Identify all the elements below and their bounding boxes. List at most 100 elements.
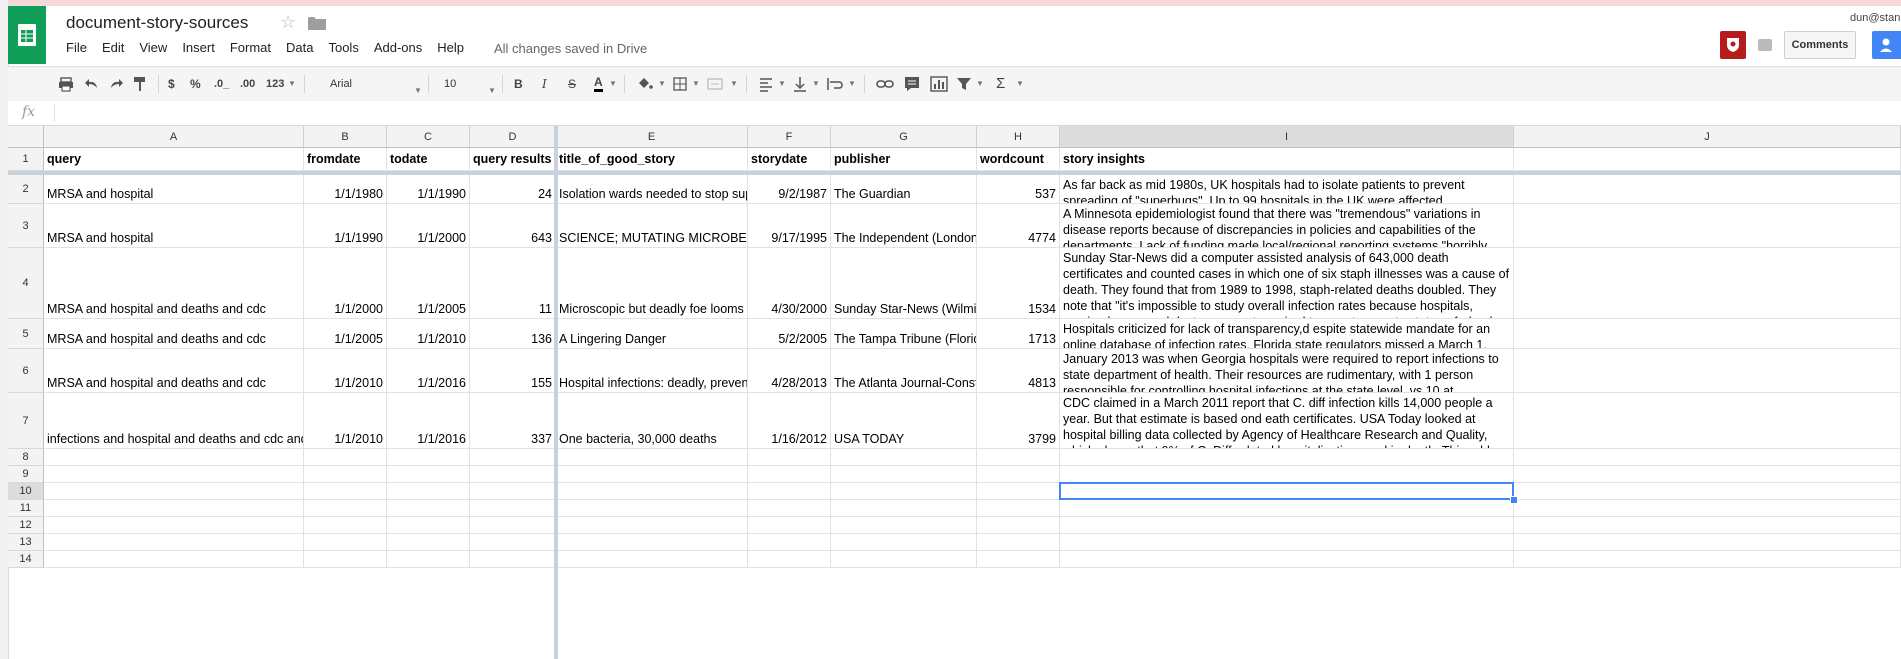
table-cell[interactable] xyxy=(748,534,831,551)
table-cell[interactable] xyxy=(1514,449,1901,466)
table-cell[interactable]: 1/1/2010 xyxy=(387,319,470,349)
table-cell[interactable] xyxy=(1060,517,1514,534)
row-header-1[interactable]: 1 xyxy=(8,148,44,171)
strikethrough-button[interactable]: S xyxy=(568,75,576,93)
folder-icon[interactable] xyxy=(308,16,326,30)
row-header-14[interactable]: 14 xyxy=(8,551,44,568)
table-cell[interactable] xyxy=(304,449,387,466)
menu-view[interactable]: View xyxy=(131,40,174,55)
text-wrap-icon[interactable] xyxy=(826,75,844,93)
table-cell[interactable] xyxy=(387,449,470,466)
table-cell[interactable]: 1/1/2016 xyxy=(387,393,470,449)
frozen-row-divider[interactable] xyxy=(8,171,1901,175)
table-cell[interactable] xyxy=(556,449,748,466)
functions-button[interactable]: Σ xyxy=(996,75,1005,93)
table-cell[interactable] xyxy=(1514,175,1901,204)
table-cell[interactable] xyxy=(44,517,304,534)
table-cell[interactable]: MRSA and hospital xyxy=(44,204,304,248)
select-all-corner[interactable] xyxy=(8,126,44,148)
font-size-select[interactable]: 10 ▼ xyxy=(444,73,496,95)
vertical-align-icon[interactable] xyxy=(792,75,808,93)
font-family-select[interactable]: Arial ▼ xyxy=(330,73,422,95)
table-cell[interactable]: The Atlanta Journal-Constitution xyxy=(831,349,977,393)
table-cell[interactable] xyxy=(1514,204,1901,248)
table-cell[interactable]: 1/1/1990 xyxy=(387,175,470,204)
header-cell[interactable]: fromdate xyxy=(304,148,387,171)
table-cell[interactable]: 24 xyxy=(470,175,556,204)
insert-chart-icon[interactable] xyxy=(930,75,948,93)
table-cell[interactable] xyxy=(387,517,470,534)
column-header-h[interactable]: H xyxy=(977,126,1060,148)
table-cell[interactable] xyxy=(304,551,387,568)
menu-tools[interactable]: Tools xyxy=(320,40,365,55)
column-header-i[interactable]: I xyxy=(1060,126,1514,148)
row-header-7[interactable]: 7 xyxy=(8,393,44,449)
filter-icon[interactable] xyxy=(956,75,972,93)
menu-help[interactable]: Help xyxy=(429,40,471,55)
table-cell[interactable] xyxy=(44,466,304,483)
table-cell[interactable]: CDC claimed in a March 2011 report that … xyxy=(1060,393,1514,449)
table-cell[interactable] xyxy=(556,500,748,517)
sheets-logo-icon[interactable] xyxy=(8,6,46,64)
header-cell[interactable]: wordcount xyxy=(977,148,1060,171)
table-cell[interactable] xyxy=(304,500,387,517)
currency-format-button[interactable]: $ xyxy=(168,75,175,93)
table-cell[interactable]: USA TODAY xyxy=(831,393,977,449)
table-cell[interactable]: Hospital infections: deadly, preventable xyxy=(556,349,748,393)
table-cell[interactable]: 643 xyxy=(470,204,556,248)
table-cell[interactable]: Isolation wards needed to stop superbugs xyxy=(556,175,748,204)
table-cell[interactable] xyxy=(1060,466,1514,483)
table-cell[interactable]: 1/1/1990 xyxy=(304,204,387,248)
table-cell[interactable] xyxy=(977,449,1060,466)
redo-icon[interactable] xyxy=(108,75,124,93)
table-cell[interactable] xyxy=(831,534,977,551)
document-title[interactable]: document-story-sources xyxy=(66,13,248,33)
table-cell[interactable] xyxy=(44,483,304,500)
table-cell[interactable] xyxy=(387,534,470,551)
table-cell[interactable] xyxy=(977,517,1060,534)
table-cell[interactable] xyxy=(1514,349,1901,393)
table-cell[interactable] xyxy=(748,500,831,517)
table-cell[interactable] xyxy=(470,466,556,483)
bold-button[interactable]: B xyxy=(514,75,523,93)
comments-button[interactable]: Comments xyxy=(1784,31,1856,59)
table-cell[interactable]: One bacteria, 30,000 deaths xyxy=(556,393,748,449)
table-cell[interactable] xyxy=(977,551,1060,568)
table-cell[interactable] xyxy=(470,551,556,568)
table-cell[interactable]: 1/1/2000 xyxy=(304,248,387,319)
table-cell[interactable] xyxy=(831,551,977,568)
addon-shield-icon[interactable] xyxy=(1720,31,1746,59)
table-cell[interactable] xyxy=(44,500,304,517)
fill-handle[interactable] xyxy=(1510,496,1518,504)
table-cell[interactable] xyxy=(1060,449,1514,466)
column-header-d[interactable]: D xyxy=(470,126,556,148)
row-header-2[interactable]: 2 xyxy=(8,175,44,204)
header-cell[interactable]: storydate xyxy=(748,148,831,171)
insert-link-icon[interactable] xyxy=(876,75,894,93)
row-header-11[interactable]: 11 xyxy=(8,500,44,517)
table-cell[interactable]: 5/2/2005 xyxy=(748,319,831,349)
table-cell[interactable] xyxy=(1514,319,1901,349)
column-header-a[interactable]: A xyxy=(44,126,304,148)
table-cell[interactable] xyxy=(748,466,831,483)
menu-addons[interactable]: Add-ons xyxy=(366,40,429,55)
decrease-decimal-button[interactable]: .0_ xyxy=(214,75,229,93)
table-cell[interactable] xyxy=(1060,500,1514,517)
merge-cells-icon[interactable] xyxy=(706,75,724,93)
table-cell[interactable] xyxy=(44,534,304,551)
row-header-3[interactable]: 3 xyxy=(8,204,44,248)
table-cell[interactable] xyxy=(1060,534,1514,551)
table-cell[interactable] xyxy=(470,500,556,517)
table-cell[interactable]: 1713 xyxy=(977,319,1060,349)
row-header-8[interactable]: 8 xyxy=(8,449,44,466)
table-cell[interactable]: Hospitals criticized for lack of transpa… xyxy=(1060,319,1514,349)
table-cell[interactable] xyxy=(831,517,977,534)
table-cell[interactable]: 1/1/2010 xyxy=(304,349,387,393)
table-cell[interactable] xyxy=(387,466,470,483)
table-cell[interactable]: 1/1/2005 xyxy=(304,319,387,349)
active-cell-selection[interactable] xyxy=(1059,482,1514,500)
table-cell[interactable]: 9/17/1995 xyxy=(748,204,831,248)
header-cell[interactable]: query xyxy=(44,148,304,171)
table-cell[interactable] xyxy=(44,449,304,466)
table-cell[interactable]: 537 xyxy=(977,175,1060,204)
